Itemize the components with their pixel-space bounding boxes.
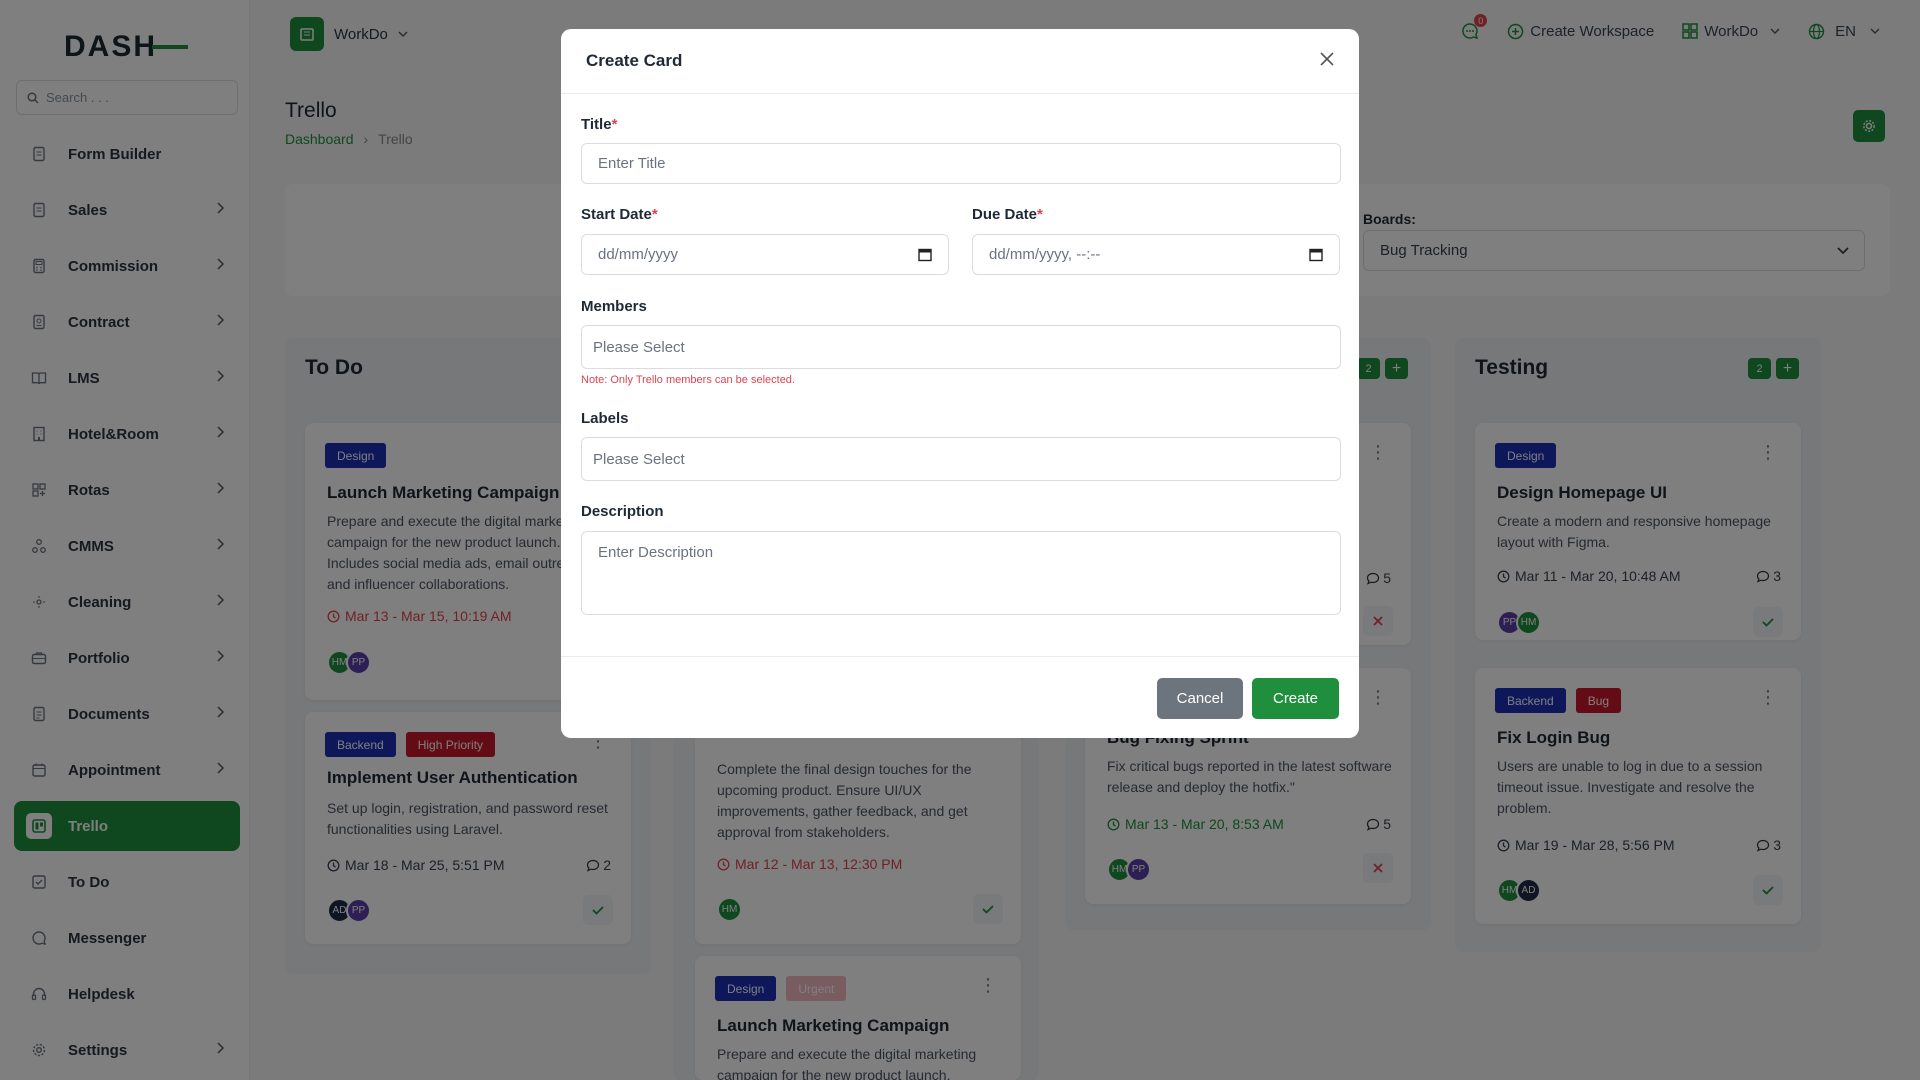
description-label: Description <box>581 503 664 520</box>
modal-footer <box>561 656 1359 657</box>
due-date-input[interactable]: dd/mm/yyyy, --:-- <box>972 234 1340 275</box>
title-label: Title* <box>581 116 618 133</box>
title-input[interactable]: Enter Title <box>581 143 1341 184</box>
create-card-modal: Create Card Title* Enter Title Start Dat… <box>561 29 1359 738</box>
due-date-placeholder: dd/mm/yyyy, --:-- <box>989 246 1101 263</box>
labels-select[interactable]: Please Select <box>581 437 1341 481</box>
start-date-input[interactable]: dd/mm/yyyy <box>581 234 949 275</box>
members-select[interactable]: Please Select <box>581 325 1341 369</box>
cancel-button[interactable]: Cancel <box>1157 678 1243 719</box>
calendar-icon <box>1309 248 1323 262</box>
members-note: Note: Only Trello members can be selecte… <box>581 374 795 386</box>
description-textarea[interactable]: Enter Description <box>581 531 1341 615</box>
close-button[interactable] <box>1319 51 1335 72</box>
start-date-label: Start Date* <box>581 206 658 223</box>
due-date-label: Due Date* <box>972 206 1043 223</box>
modal-title: Create Card <box>586 51 683 70</box>
labels-label: Labels <box>581 410 629 427</box>
modal-header: Create Card <box>561 29 1359 94</box>
close-icon <box>1320 52 1334 66</box>
create-button[interactable]: Create <box>1252 678 1339 719</box>
members-label: Members <box>581 298 647 315</box>
start-date-placeholder: dd/mm/yyyy <box>598 246 679 263</box>
calendar-icon <box>918 248 932 262</box>
